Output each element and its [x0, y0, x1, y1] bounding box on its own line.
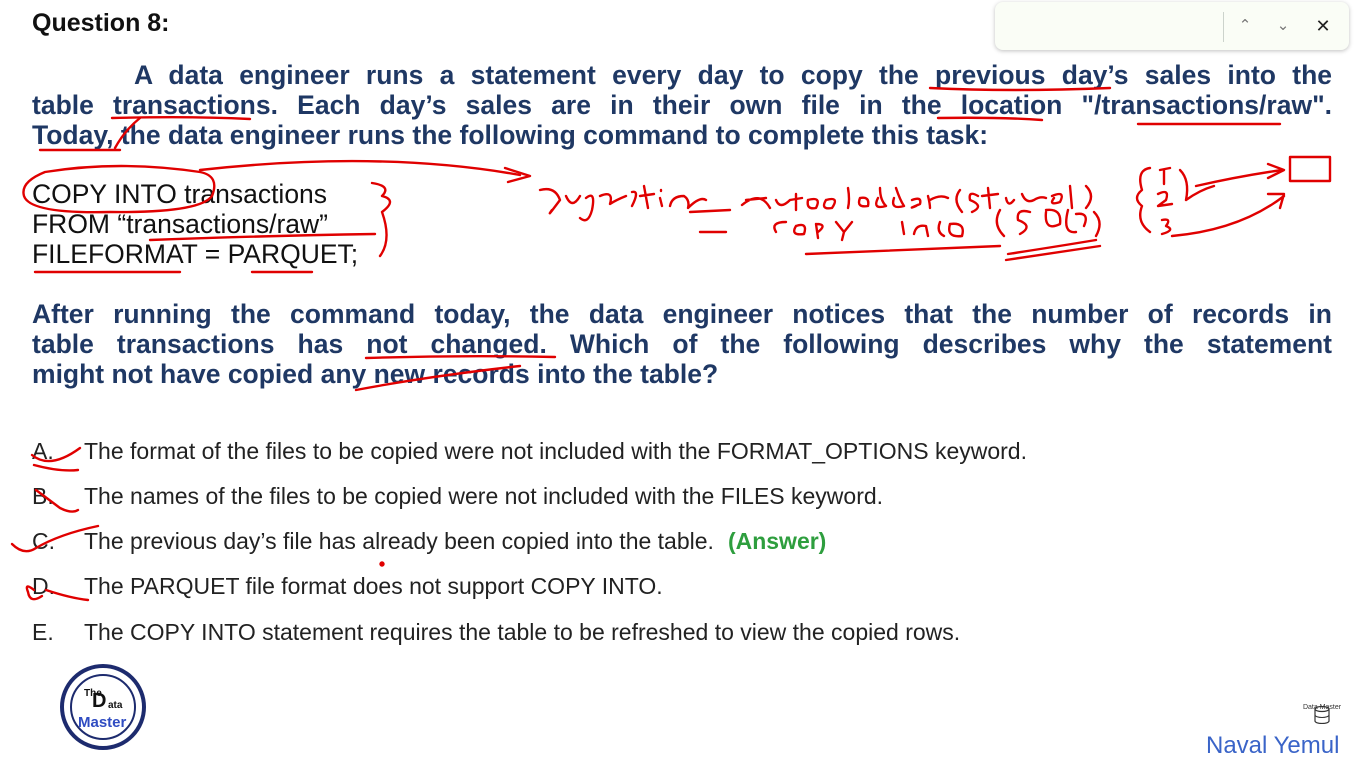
answer-label: (Answer) [727, 528, 827, 554]
option-text: The COPY INTO statement requires the tab… [84, 619, 961, 645]
question-title: Question 8: [32, 9, 170, 37]
option-b: B. The names of the files to be copied we… [32, 483, 883, 510]
followup-line-2: table transactions has not changed. Whic… [32, 329, 1332, 359]
code-line-1: COPY INTO transactions [32, 179, 328, 209]
question-line-1: A data engineer runs a statement every d… [134, 60, 1332, 90]
the-data-master-logo: The Data Master [60, 664, 146, 750]
option-letter: C. [32, 528, 55, 554]
option-letter: D. [32, 573, 55, 599]
presenter-name: Naval Yemul [1206, 732, 1340, 759]
option-d: D. The PARQUET file format does not suppo… [32, 573, 663, 600]
find-bar-divider [1223, 12, 1224, 42]
option-text: The format of the files to be copied wer… [84, 438, 1027, 464]
find-bar: ⌃ ⌄ ✕ [995, 2, 1349, 50]
option-letter: B. [32, 483, 54, 509]
question-line-2: table transactions. Each day’s sales are… [32, 90, 1332, 120]
option-letter: E. [32, 619, 54, 645]
code-line-2: FROM “transactions/raw” [32, 209, 328, 239]
brand-mini-label: Data Master [1302, 704, 1342, 711]
followup-line-1: After running the command today, the dat… [32, 299, 1332, 329]
code-line-3: FILEFORMAT = PARQUET; [32, 239, 359, 269]
option-text: The PARQUET file format does not support… [84, 573, 663, 599]
option-text: The previous day’s file has already been… [84, 528, 714, 554]
chevron-up-icon[interactable]: ⌃ [1233, 14, 1257, 38]
followup-line-3: might not have copied any new records in… [32, 359, 719, 389]
question-line-3: Today, the data engineer runs the follow… [32, 120, 989, 150]
option-a: A. The format of the files to be copied w… [32, 438, 1027, 465]
option-e: E. The COPY INTO statement requires the t… [32, 619, 960, 646]
close-icon[interactable]: ✕ [1311, 14, 1335, 38]
option-text: The names of the files to be copied were… [84, 483, 884, 509]
option-letter: A. [32, 438, 54, 464]
chevron-down-icon[interactable]: ⌄ [1271, 14, 1295, 38]
option-c: C. The previous day’s file has already be… [32, 528, 826, 555]
